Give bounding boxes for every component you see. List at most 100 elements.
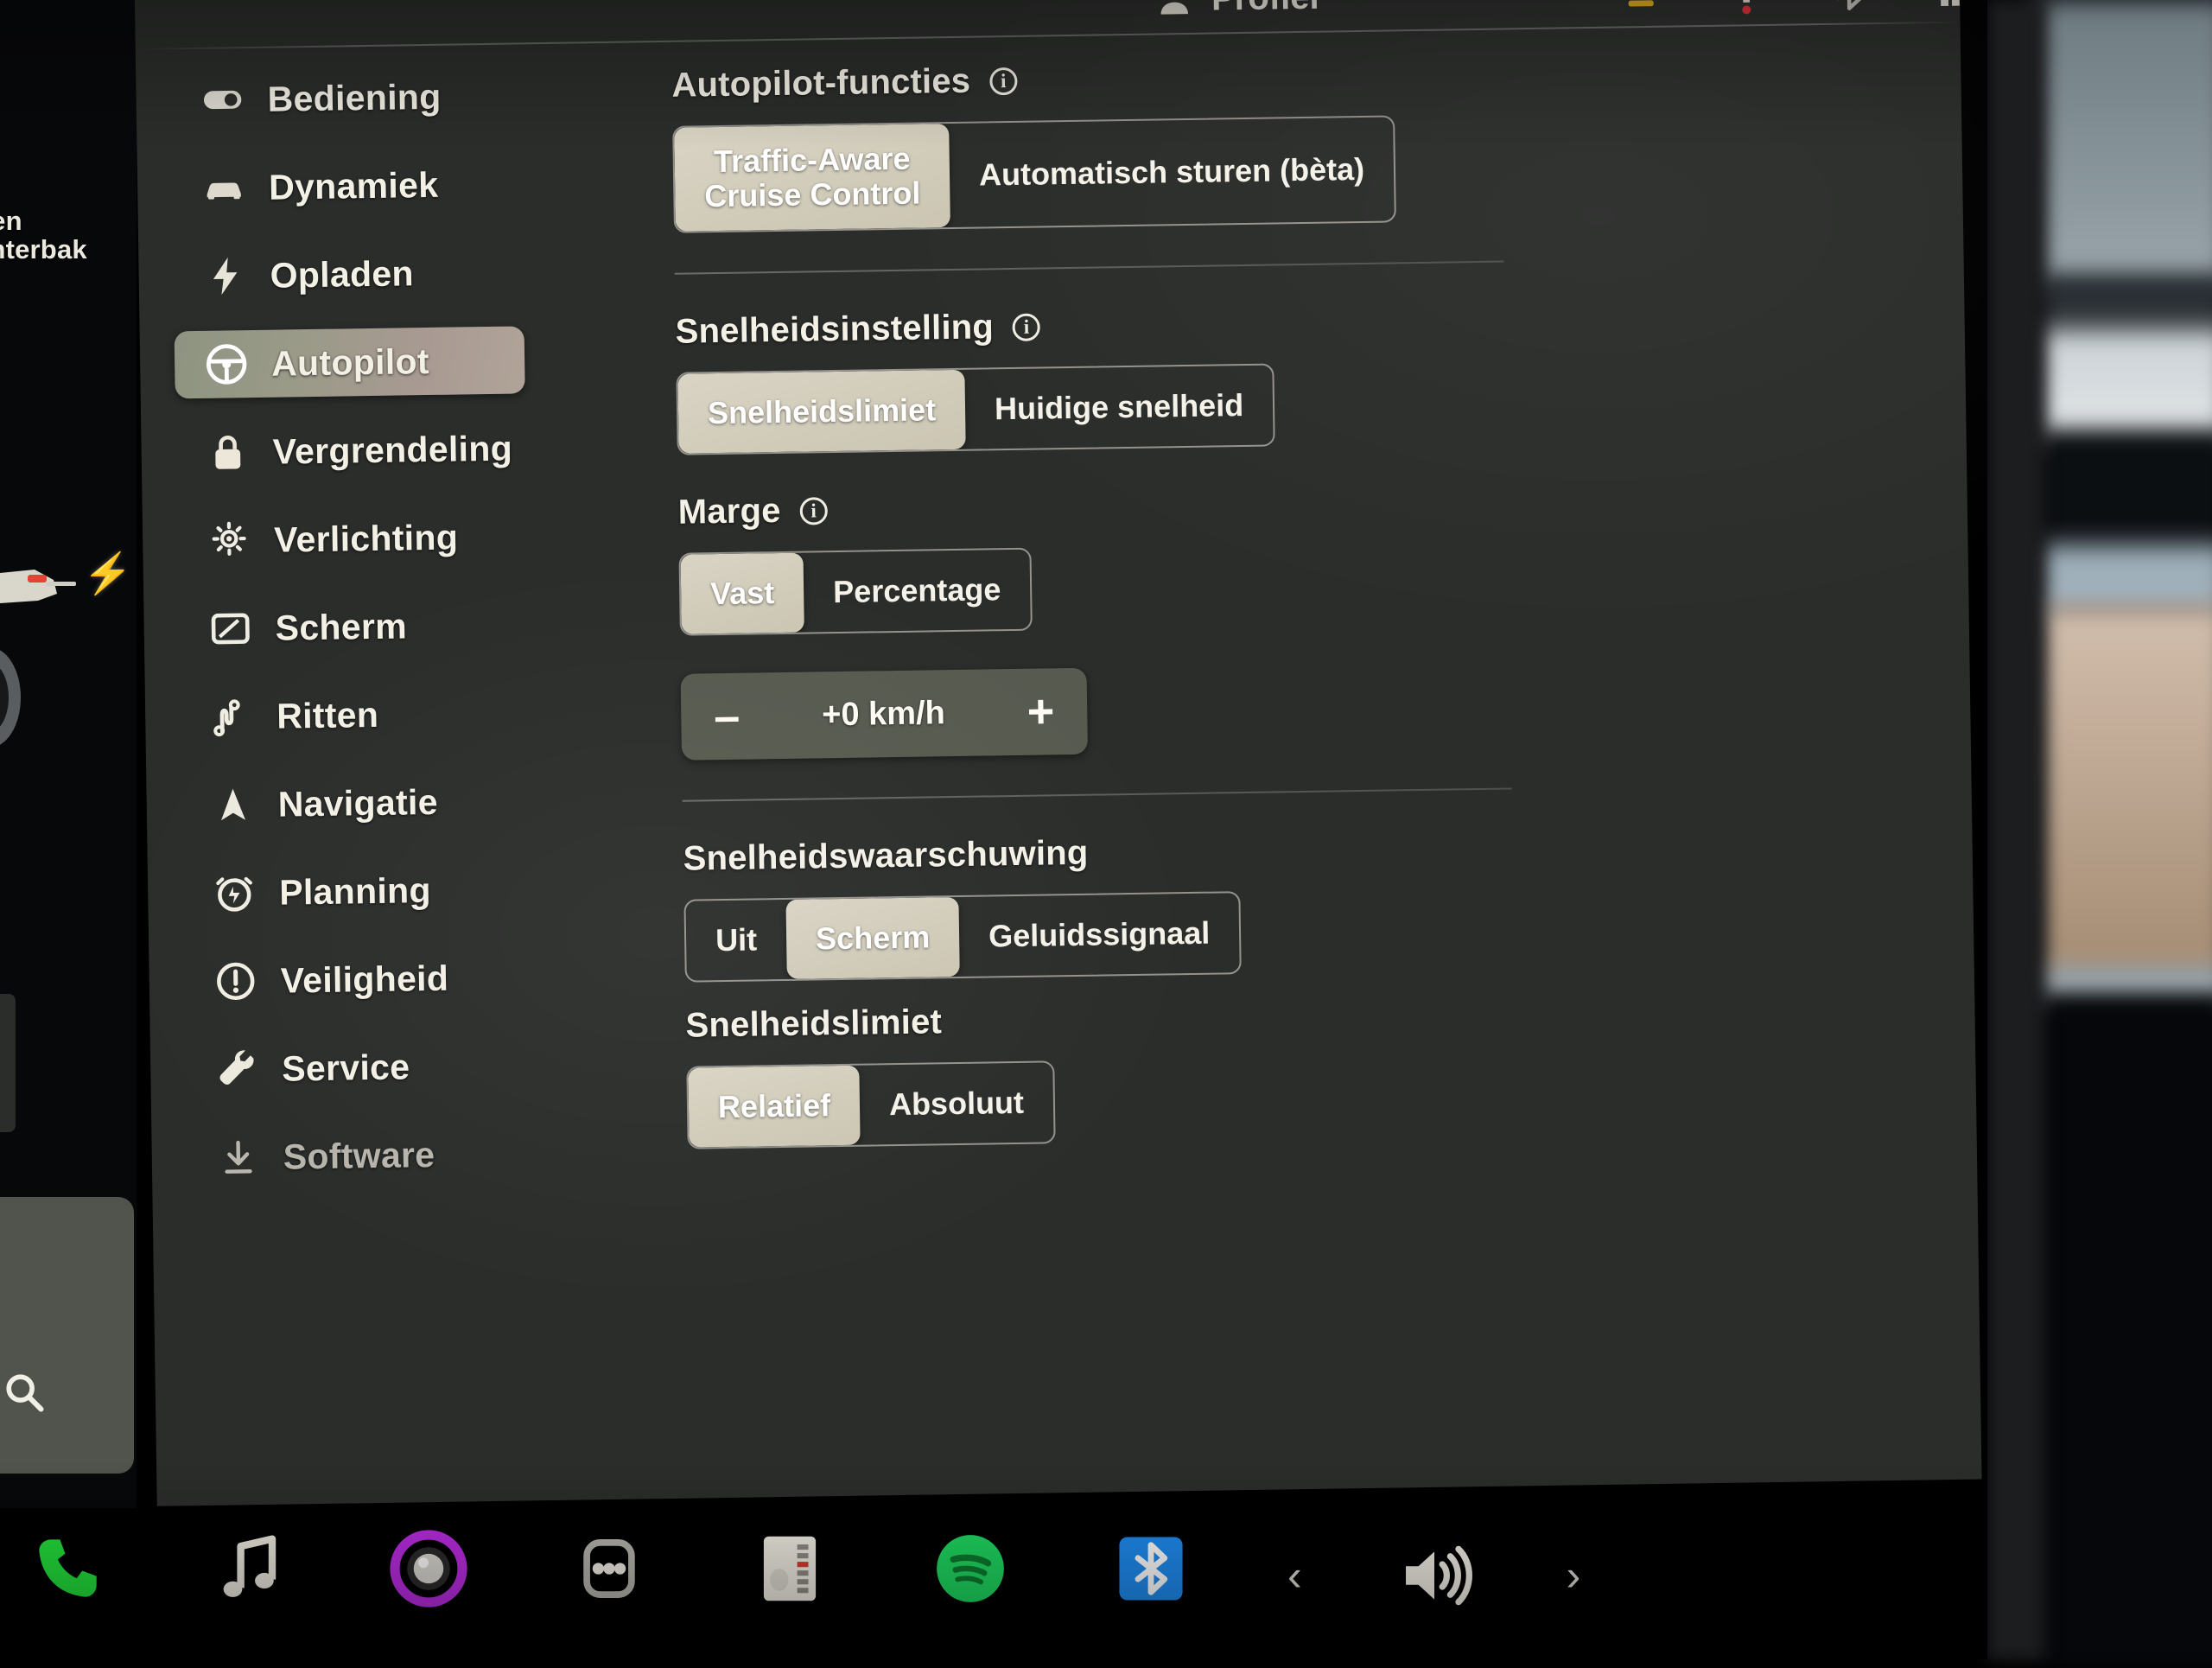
car-touchscreen: pen chterbak ⚡ Instellingen Pr <box>0 0 1987 1659</box>
background-sky <box>2039 0 2212 285</box>
background-band-5 <box>2039 605 2212 977</box>
section-header: Snelheidslimiet <box>685 989 1896 1046</box>
background-band-2 <box>2039 328 2212 441</box>
sidebar-item-planning[interactable]: Planning <box>182 855 555 927</box>
taskbar: ‹ › <box>0 1508 1987 1659</box>
exclamation-circle-icon <box>213 958 258 1004</box>
window-title: Instellingen <box>497 0 843 4</box>
navigation-arrow-icon <box>210 782 256 828</box>
spotify-icon[interactable] <box>929 1527 1012 1610</box>
sidebar-item-veiligheid[interactable]: Veiligheid <box>183 943 556 1015</box>
segmented-control-marge: Vast Percentage <box>678 548 1033 636</box>
search-panel[interactable] <box>0 1197 134 1474</box>
music-note-icon[interactable] <box>207 1527 289 1610</box>
sidebar-item-label: Ritten <box>276 694 379 736</box>
profile-label: Profiel <box>1211 0 1319 18</box>
sidebar-item-label: Autopilot <box>271 341 429 384</box>
camera-icon[interactable] <box>387 1527 470 1610</box>
sidebar-item-bediening[interactable]: Bediening <box>170 61 543 134</box>
segment-option-traffic-aware-cruise-control[interactable]: Traffic-Aware Cruise Control <box>674 124 950 232</box>
lightning-bolt-icon <box>202 253 248 299</box>
section-snelheidslimiet: Snelheidslimiet Relatief Absoluut <box>685 989 1897 1149</box>
increase-button[interactable]: + <box>1027 688 1054 735</box>
sidebar-item-ritten[interactable]: Ritten <box>180 678 552 751</box>
alarm-clock-icon <box>212 870 257 916</box>
screen-bezel <box>1987 0 2044 1659</box>
segment-option-vast[interactable]: Vast <box>681 553 804 634</box>
sidebar-item-label: Vergrendeling <box>272 428 512 472</box>
margin-value: +0 km/h <box>822 695 945 734</box>
car-icon <box>201 165 247 211</box>
segment-option-scherm[interactable]: Scherm <box>785 897 959 979</box>
more-dots-icon[interactable] <box>568 1527 651 1610</box>
section-title: Snelheidslimiet <box>685 1003 942 1045</box>
info-icon[interactable]: i <box>799 497 827 525</box>
segment-option-relatief[interactable]: Relatief <box>688 1066 860 1148</box>
sidebar-item-verlichting[interactable]: Verlichting <box>177 502 550 575</box>
section-marge: Marge i Vast Percentage <box>677 475 1889 636</box>
profile-button[interactable]: Profiel <box>1154 0 1319 19</box>
search-icon[interactable] <box>2 1370 47 1415</box>
lock-icon <box>205 430 251 475</box>
segment-option-huidige-snelheid[interactable]: Huidige snelheid <box>964 366 1273 449</box>
section-title: Snelheidswaarschuwing <box>683 834 1088 879</box>
segment-option-automatisch-sturen[interactable]: Automatisch sturen (bèta) <box>949 117 1395 227</box>
sidebar-item-opladen[interactable]: Opladen <box>173 238 545 310</box>
segment-option-snelheidslimiet[interactable]: Snelheidslimiet <box>677 370 965 454</box>
sidebar-item-label: Veiligheid <box>280 958 448 1001</box>
segmented-control-autopilot-functies: Traffic-Aware Cruise Control Automatisch… <box>672 115 1396 232</box>
background-band-7 <box>2039 994 2212 1668</box>
person-icon <box>1154 0 1195 19</box>
cellular-signal-icon[interactable]: LTE <box>1934 0 1982 14</box>
section-header: Snelheidsinstelling i <box>675 295 1885 352</box>
sidebar-item-label: Planning <box>279 870 431 914</box>
wrench-icon <box>214 1047 260 1092</box>
section-title: Marge <box>677 492 780 532</box>
section-snelheidsinstelling: Snelheidsinstelling i Snelheidslimiet Hu… <box>675 295 1886 455</box>
radio-icon[interactable] <box>748 1527 831 1610</box>
info-icon[interactable]: i <box>1013 313 1040 341</box>
sidebar-item-label: Verlichting <box>274 517 459 560</box>
segment-option-geluidssignaal[interactable]: Geluidssignaal <box>959 893 1240 977</box>
info-icon[interactable]: i <box>989 67 1017 94</box>
sidebar-item-service[interactable]: Service <box>185 1031 557 1104</box>
sidebar-item-scherm[interactable]: Scherm <box>178 590 550 663</box>
background-band-3 <box>2039 432 2212 553</box>
section-title: Snelheidsinstelling <box>675 308 994 351</box>
background-band-4 <box>2039 544 2212 614</box>
notification-bell-icon[interactable] <box>1728 0 1765 17</box>
segmented-control-snelheidslimiet: Relatief Absoluut <box>686 1060 1055 1149</box>
sidebar-item-label: Opladen <box>270 253 414 296</box>
decrease-button[interactable]: – <box>714 693 741 740</box>
brightness-icon <box>207 518 252 563</box>
segment-option-percentage[interactable]: Percentage <box>804 550 1031 633</box>
road-icon <box>209 694 255 740</box>
settings-window: Instellingen Profiel <box>134 0 1982 1506</box>
segment-option-uit[interactable]: Uit <box>685 900 786 981</box>
next-track-button[interactable]: › <box>1567 1554 1581 1597</box>
previous-track-button[interactable]: ‹ <box>1287 1554 1302 1597</box>
bluetooth-icon[interactable] <box>1832 0 1867 16</box>
trunk-action-label: pen chterbak <box>0 207 147 264</box>
segmented-control-snelheidsinstelling: Snelheidslimiet Huidige snelheid <box>676 363 1274 455</box>
sidebar-item-dynamiek[interactable]: Dynamiek <box>172 150 544 222</box>
settings-content: Autopilot-functies i Traffic-Aware Cruis… <box>671 41 1897 1149</box>
volume-icon[interactable] <box>1393 1534 1476 1617</box>
section-divider-2 <box>683 787 1512 801</box>
sidebar-item-software[interactable]: Software <box>186 1119 558 1192</box>
segmented-control-snelheidswaarschuwing: Uit Scherm Geluidssignaal <box>683 891 1242 983</box>
sidebar-item-label: Service <box>282 1047 410 1089</box>
bluetooth-icon[interactable] <box>1109 1527 1192 1610</box>
download-icon[interactable] <box>1621 0 1662 18</box>
display-icon <box>207 606 253 652</box>
car-image <box>0 540 78 799</box>
phone-icon[interactable] <box>26 1527 109 1610</box>
trunk-label-line-1: pen <box>0 207 147 236</box>
segment-option-absoluut[interactable]: Absoluut <box>859 1062 1053 1144</box>
section-title: Autopilot-functies <box>671 62 970 105</box>
sidebar-item-navigatie[interactable]: Navigatie <box>181 767 553 839</box>
section-autopilot-functies: Autopilot-functies i Traffic-Aware Cruis… <box>671 48 1884 233</box>
sidebar-item-vergrendeling[interactable]: Vergrendeling <box>175 414 548 487</box>
sidebar-item-label: Software <box>283 1134 435 1177</box>
sidebar-item-autopilot[interactable]: Autopilot <box>175 326 525 398</box>
